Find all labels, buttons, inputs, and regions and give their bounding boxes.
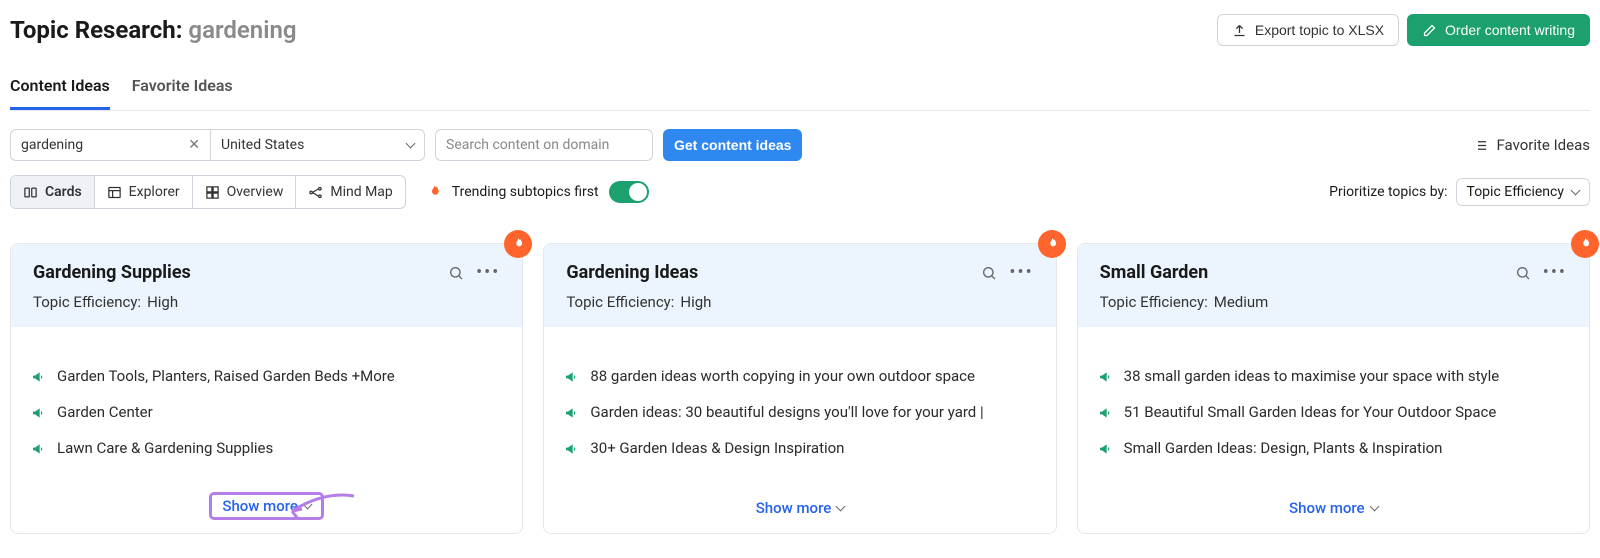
search-domain-placeholder: Search content on domain bbox=[446, 137, 609, 153]
chevron-down-icon bbox=[303, 500, 313, 510]
order-button-label: Order content writing bbox=[1445, 22, 1575, 38]
topic-efficiency: Topic Efficiency:High bbox=[566, 293, 1033, 311]
bullhorn-icon bbox=[1098, 441, 1114, 457]
topic-card: Small Garden ••• Topic Efficiency:Medium 38… bbox=[1077, 243, 1590, 534]
bullhorn-icon bbox=[31, 369, 47, 385]
view-cards[interactable]: Cards bbox=[11, 176, 95, 208]
idea-text: 51 Beautiful Small Garden Ideas for Your… bbox=[1124, 403, 1497, 421]
tab-content-ideas[interactable]: Content Ideas bbox=[10, 64, 110, 110]
view-overview[interactable]: Overview bbox=[193, 176, 297, 208]
title-prefix: Topic Research: bbox=[10, 16, 188, 44]
idea-text: Small Garden Ideas: Design, Plants & Ins… bbox=[1124, 439, 1443, 457]
view-mind-map[interactable]: Mind Map bbox=[296, 176, 404, 208]
tabs: Content Ideas Favorite Ideas bbox=[10, 64, 1590, 111]
chevron-down-icon bbox=[1571, 186, 1581, 196]
trending-label: Trending subtopics first bbox=[452, 184, 599, 200]
idea-text: 30+ Garden Ideas & Design Inspiration bbox=[590, 439, 844, 457]
topic-input[interactable]: gardening ✕ bbox=[10, 129, 210, 161]
idea-item[interactable]: 88 garden ideas worth copying in your ow… bbox=[564, 367, 1035, 385]
search-icon[interactable] bbox=[981, 265, 997, 281]
idea-text: Lawn Care & Gardening Supplies bbox=[57, 439, 273, 457]
title-query: gardening bbox=[188, 16, 296, 44]
idea-item[interactable]: Small Garden Ideas: Design, Plants & Ins… bbox=[1098, 439, 1569, 457]
card-title: Gardening Supplies bbox=[33, 262, 191, 283]
edit-icon bbox=[1422, 23, 1437, 38]
idea-item[interactable]: Lawn Care & Gardening Supplies bbox=[31, 439, 502, 457]
chevron-down-icon bbox=[1369, 502, 1379, 512]
view-explorer[interactable]: Explorer bbox=[95, 176, 193, 208]
get-ideas-label: Get content ideas bbox=[674, 137, 791, 153]
more-icon[interactable]: ••• bbox=[476, 268, 500, 278]
search-icon[interactable] bbox=[448, 265, 464, 281]
trending-toggle[interactable] bbox=[609, 181, 649, 203]
idea-item[interactable]: Garden Tools, Planters, Raised Garden Be… bbox=[31, 367, 502, 385]
list-icon bbox=[1473, 138, 1488, 153]
card-title: Gardening Ideas bbox=[566, 262, 698, 283]
topic-card: Gardening Ideas ••• Topic Efficiency:High 8… bbox=[543, 243, 1056, 534]
idea-text: 88 garden ideas worth copying in your ow… bbox=[590, 367, 975, 385]
view-switcher: CardsExplorerOverviewMind Map bbox=[10, 175, 406, 209]
trending-badge bbox=[1038, 230, 1066, 258]
topic-efficiency: Topic Efficiency:High bbox=[33, 293, 500, 311]
explorer-icon bbox=[107, 185, 122, 200]
bullhorn-icon bbox=[31, 405, 47, 421]
favorite-ideas-label: Favorite Ideas bbox=[1496, 136, 1590, 154]
idea-item[interactable]: Garden Center bbox=[31, 403, 502, 421]
topic-input-value: gardening bbox=[21, 137, 83, 153]
search-domain-input[interactable]: Search content on domain bbox=[435, 129, 653, 161]
export-button-label: Export topic to XLSX bbox=[1255, 22, 1384, 38]
flame-icon bbox=[1045, 236, 1059, 252]
country-value: United States bbox=[221, 137, 304, 153]
prioritize-dropdown[interactable]: Topic Efficiency bbox=[1456, 178, 1590, 206]
more-icon[interactable]: ••• bbox=[1009, 268, 1033, 278]
flame-icon bbox=[511, 236, 525, 252]
country-select[interactable]: United States bbox=[210, 129, 425, 161]
upload-icon bbox=[1232, 23, 1247, 38]
more-icon[interactable]: ••• bbox=[1543, 268, 1567, 278]
idea-text: Garden Center bbox=[57, 403, 153, 421]
topic-efficiency: Topic Efficiency:Medium bbox=[1100, 293, 1567, 311]
flame-icon bbox=[426, 182, 442, 202]
idea-item[interactable]: Garden ideas: 30 beautiful designs you'l… bbox=[564, 403, 1035, 421]
idea-item[interactable]: 30+ Garden Ideas & Design Inspiration bbox=[564, 439, 1035, 457]
tab-favorite-ideas[interactable]: Favorite Ideas bbox=[132, 64, 233, 110]
get-content-ideas-button[interactable]: Get content ideas bbox=[663, 129, 802, 161]
bullhorn-icon bbox=[564, 441, 580, 457]
trending-badge bbox=[504, 230, 532, 258]
show-more-button[interactable]: Show more bbox=[212, 495, 321, 517]
chevron-down-icon bbox=[836, 502, 846, 512]
idea-item[interactable]: 38 small garden ideas to maximise your s… bbox=[1098, 367, 1569, 385]
idea-text: 38 small garden ideas to maximise your s… bbox=[1124, 367, 1500, 385]
bullhorn-icon bbox=[564, 369, 580, 385]
overview-icon bbox=[205, 185, 220, 200]
order-content-button[interactable]: Order content writing bbox=[1407, 14, 1590, 46]
idea-text: Garden ideas: 30 beautiful designs you'l… bbox=[590, 403, 983, 421]
flame-icon bbox=[1578, 236, 1592, 252]
chevron-down-icon bbox=[406, 139, 416, 149]
bullhorn-icon bbox=[31, 441, 47, 457]
bullhorn-icon bbox=[1098, 369, 1114, 385]
trending-badge bbox=[1571, 230, 1599, 258]
cards-icon bbox=[23, 185, 38, 200]
idea-text: Garden Tools, Planters, Raised Garden Be… bbox=[57, 367, 395, 385]
favorite-ideas-link[interactable]: Favorite Ideas bbox=[1473, 136, 1590, 154]
mind-map-icon bbox=[308, 185, 323, 200]
show-more-button[interactable]: Show more bbox=[756, 499, 845, 517]
page-title: Topic Research: gardening bbox=[10, 16, 297, 44]
prioritize-label: Prioritize topics by: bbox=[1329, 184, 1447, 200]
prioritize-value: Topic Efficiency bbox=[1467, 184, 1564, 200]
search-icon[interactable] bbox=[1515, 265, 1531, 281]
idea-item[interactable]: 51 Beautiful Small Garden Ideas for Your… bbox=[1098, 403, 1569, 421]
bullhorn-icon bbox=[1098, 405, 1114, 421]
topic-card: Gardening Supplies ••• Topic Efficiency:Hi… bbox=[10, 243, 523, 534]
clear-topic-icon[interactable]: ✕ bbox=[188, 137, 200, 153]
show-more-button[interactable]: Show more bbox=[1289, 499, 1378, 517]
export-button[interactable]: Export topic to XLSX bbox=[1217, 14, 1399, 46]
bullhorn-icon bbox=[564, 405, 580, 421]
card-title: Small Garden bbox=[1100, 262, 1209, 283]
